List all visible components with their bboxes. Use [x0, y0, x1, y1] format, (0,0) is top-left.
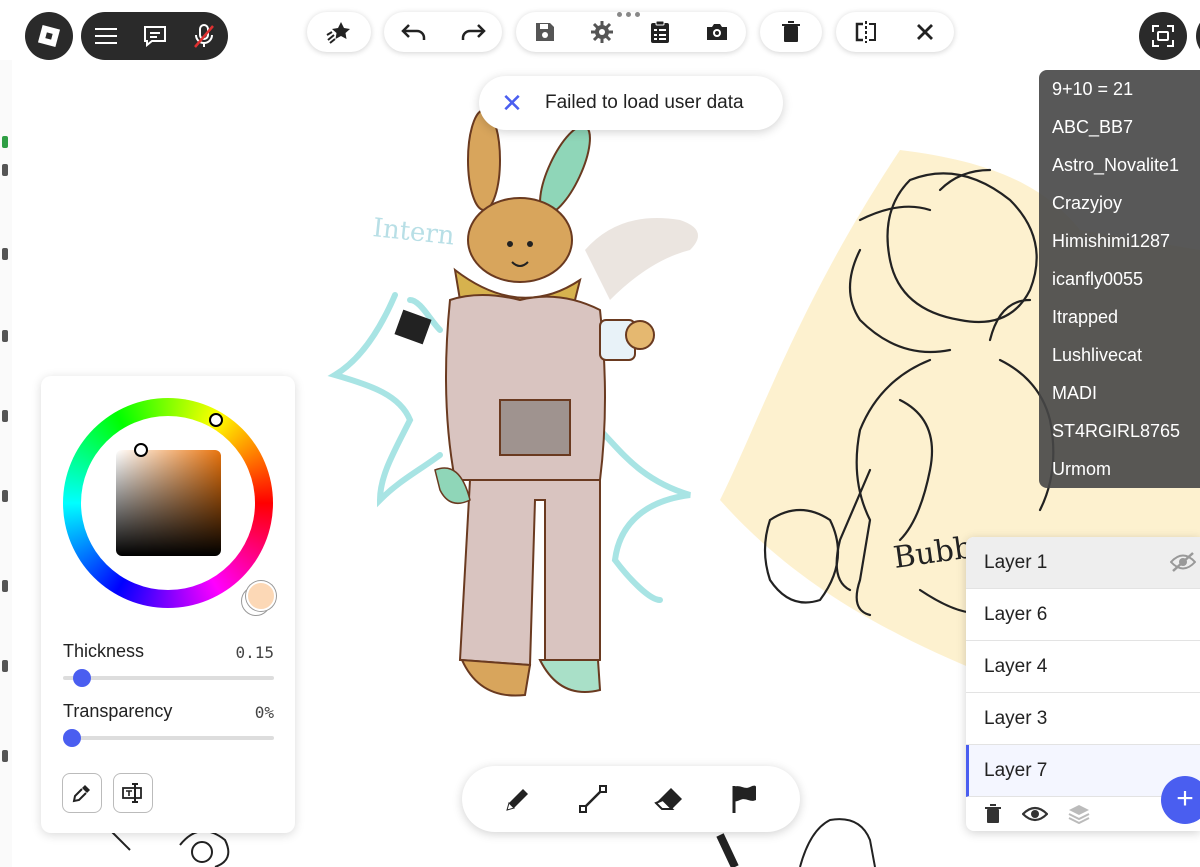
- chat-icon[interactable]: [135, 16, 175, 56]
- thickness-slider-track[interactable]: [63, 676, 274, 680]
- trash-icon[interactable]: [771, 12, 811, 52]
- current-color-swatch[interactable]: [246, 581, 276, 611]
- eyedropper-icon: [72, 785, 90, 803]
- line-icon[interactable]: [573, 779, 613, 819]
- close-icon[interactable]: [905, 12, 945, 52]
- rabbit-character: [394, 109, 698, 697]
- layer-name: Layer 3: [984, 708, 1048, 729]
- redo-icon[interactable]: [453, 12, 493, 52]
- player-item[interactable]: Crazyjoy: [1039, 184, 1200, 222]
- drawing-tools-bar: [462, 766, 800, 832]
- transparency-slider-thumb[interactable]: [63, 729, 81, 747]
- player-item[interactable]: Urmom: [1039, 450, 1200, 488]
- player-item[interactable]: 9+10 = 21: [1039, 70, 1200, 108]
- eraser-icon[interactable]: [649, 779, 689, 819]
- player-item[interactable]: icanfly0055: [1039, 260, 1200, 298]
- error-x-icon[interactable]: ✕: [499, 88, 525, 119]
- saturation-value-picker[interactable]: [116, 450, 221, 556]
- camera-icon[interactable]: [697, 12, 737, 52]
- player-item[interactable]: Himishimi1287: [1039, 222, 1200, 260]
- save-icon[interactable]: [525, 12, 565, 52]
- hue-knob[interactable]: [209, 413, 223, 427]
- roblox-logo-icon: [37, 24, 61, 48]
- topbar-controls: [81, 12, 228, 60]
- layer-name: Layer 6: [984, 604, 1048, 625]
- text-tool-button[interactable]: [113, 773, 153, 813]
- player-item[interactable]: ABC_BB7: [1039, 108, 1200, 146]
- toolbar-group-effects: [307, 12, 371, 52]
- player-item[interactable]: Lushlivecat: [1039, 336, 1200, 374]
- toolbar-group-view: [836, 12, 954, 52]
- hamburger-icon[interactable]: [86, 16, 126, 56]
- eyedropper-button[interactable]: [62, 773, 102, 813]
- layer-name: Layer 4: [984, 656, 1048, 677]
- toolbar-group-file: [516, 12, 746, 52]
- layer-item[interactable]: Layer 3: [966, 693, 1200, 745]
- layer-name: Layer 7: [984, 760, 1048, 781]
- transparency-slider-track[interactable]: [63, 736, 274, 740]
- clipboard-icon[interactable]: [640, 12, 680, 52]
- roblox-menu-button[interactable]: [25, 12, 73, 60]
- thickness-label: Thickness: [63, 641, 145, 661]
- plus-icon: +: [1176, 782, 1194, 815]
- settings-icon[interactable]: [582, 12, 622, 52]
- intern-text: Intern: [371, 213, 456, 251]
- text-cursor-icon: [122, 783, 142, 803]
- eye-off-icon[interactable]: [1170, 551, 1196, 573]
- screen-capture-icon: [1152, 25, 1174, 47]
- toolbar-group-history: [384, 12, 502, 52]
- mic-muted-icon[interactable]: [184, 16, 224, 56]
- layer-item[interactable]: Layer 1: [966, 537, 1200, 589]
- layer-item[interactable]: Layer 4: [966, 641, 1200, 693]
- drag-handle-dots[interactable]: [617, 12, 640, 17]
- pencil-icon[interactable]: [498, 779, 538, 819]
- toolbar-group-delete: [760, 12, 822, 52]
- visibility-icon[interactable]: [1022, 805, 1048, 823]
- mirror-icon[interactable]: [846, 12, 886, 52]
- left-edge-strip: [0, 60, 12, 867]
- player-item[interactable]: Itrapped: [1039, 298, 1200, 336]
- thickness-slider-thumb[interactable]: [72, 669, 91, 687]
- flag-icon[interactable]: [724, 779, 764, 819]
- player-item[interactable]: Astro_Novalite1: [1039, 146, 1200, 184]
- layer-name: Layer 1: [984, 552, 1048, 573]
- error-toast: ✕ Failed to load user data: [479, 76, 783, 130]
- layers-stack-icon[interactable]: [1068, 804, 1090, 824]
- thickness-value: 0.15: [235, 643, 274, 662]
- undo-icon[interactable]: [394, 12, 434, 52]
- sparkle-icon[interactable]: [319, 12, 359, 52]
- screenshot-button[interactable]: [1139, 12, 1187, 60]
- player-list: 9+10 = 21 ABC_BB7 Astro_Novalite1 Crazyj…: [1039, 70, 1200, 488]
- player-item[interactable]: MADI: [1039, 374, 1200, 412]
- transparency-label: Transparency: [63, 701, 173, 721]
- player-item[interactable]: ST4RGIRL8765: [1039, 412, 1200, 450]
- color-panel: Thickness 0.15 Transparency 0%: [41, 376, 295, 833]
- sv-knob[interactable]: [134, 443, 148, 457]
- delete-layer-icon[interactable]: [984, 804, 1002, 824]
- transparency-value: 0%: [254, 703, 274, 722]
- toast-message: Failed to load user data: [545, 92, 744, 113]
- layer-item[interactable]: Layer 6: [966, 589, 1200, 641]
